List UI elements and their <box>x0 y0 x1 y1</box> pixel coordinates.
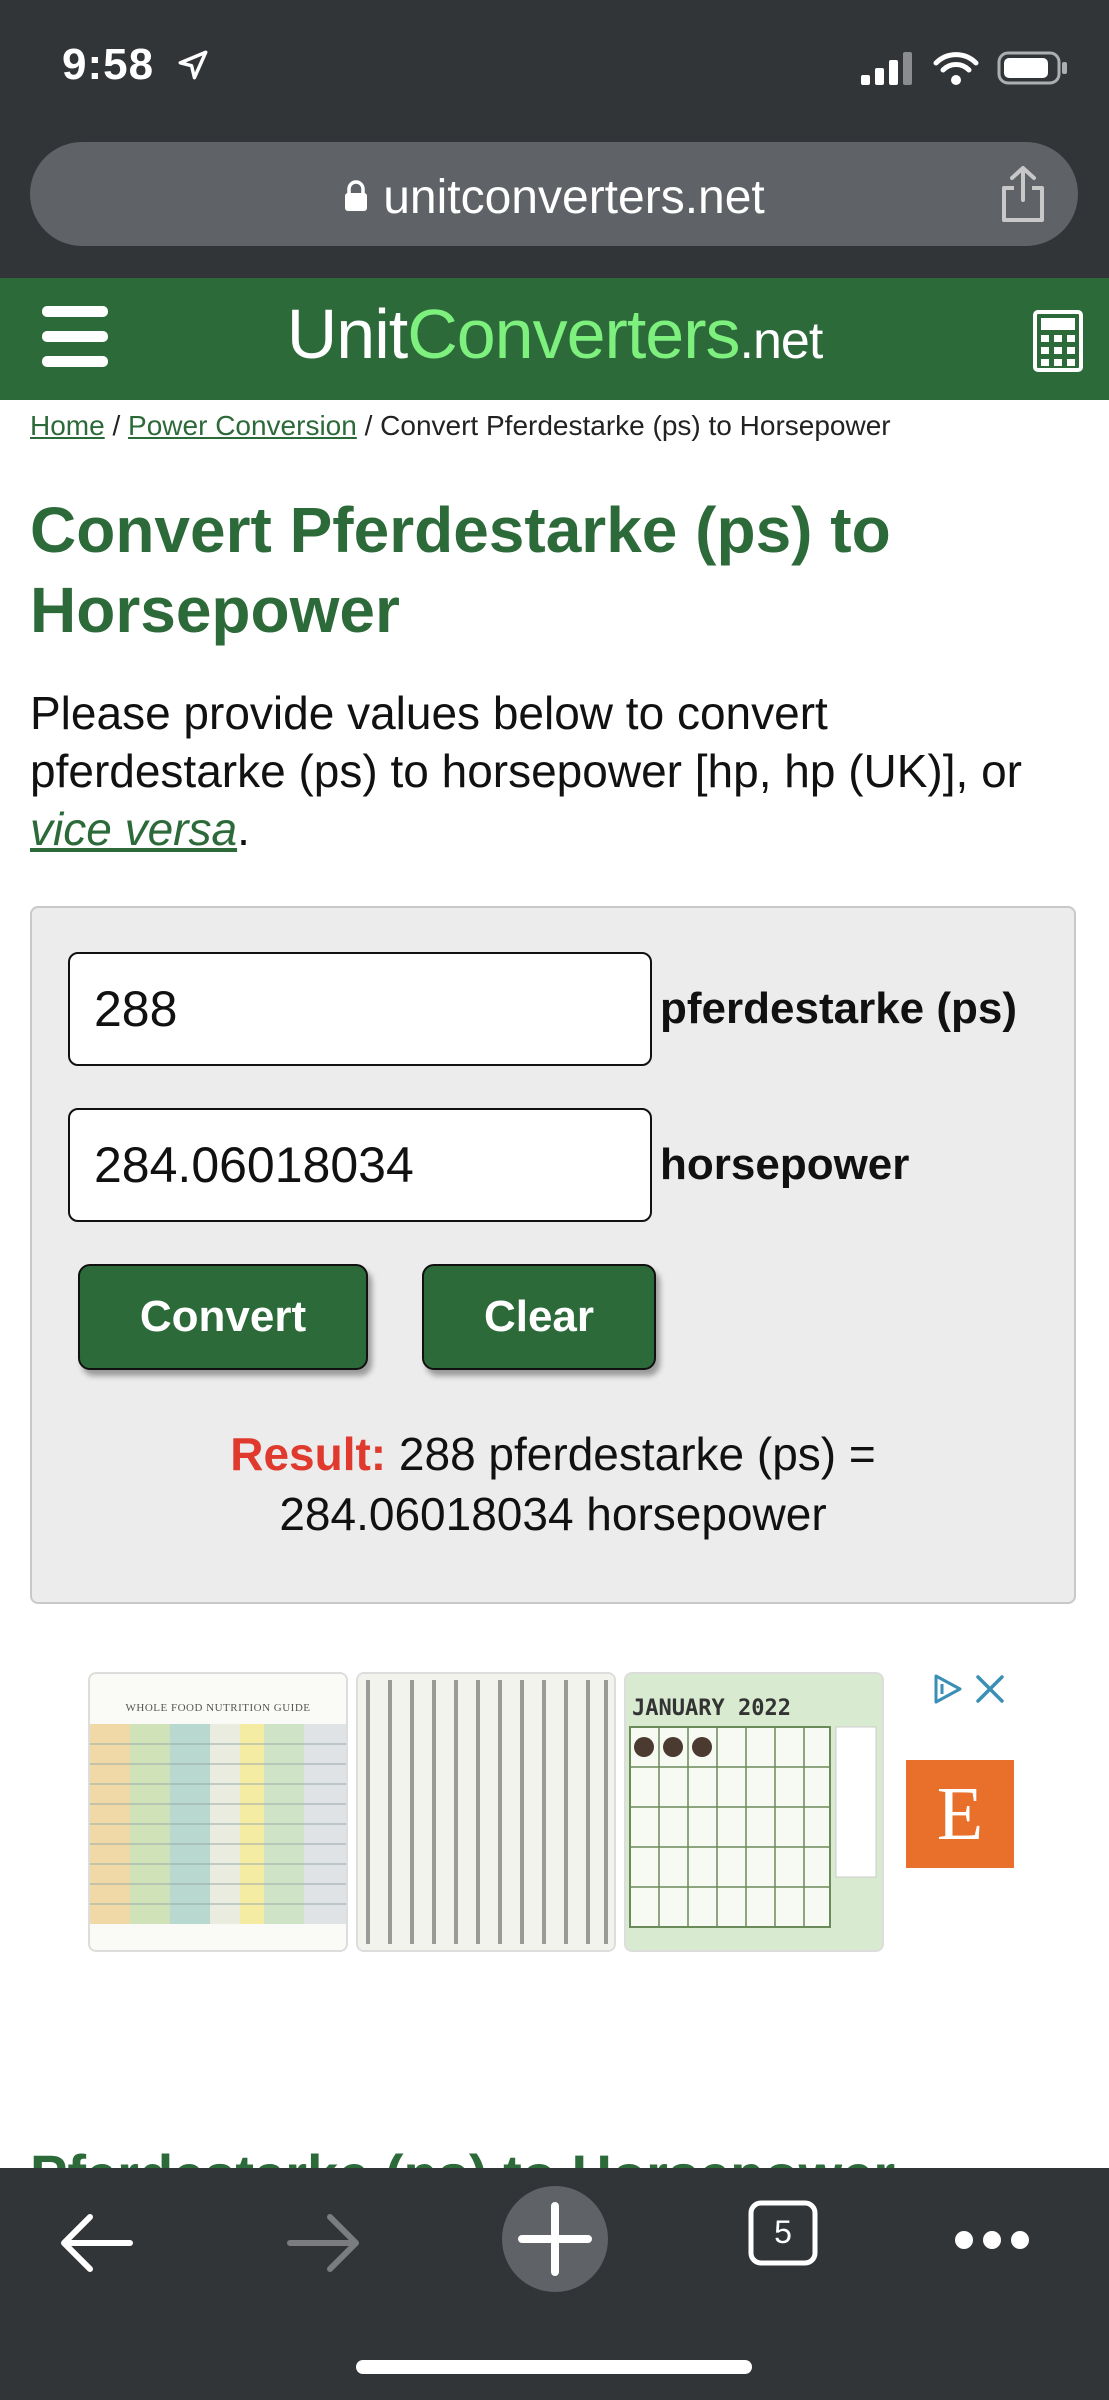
ad-choices[interactable] <box>930 1672 1006 1706</box>
converter-panel: 288 pferdestarke (ps) 284.06018034 horse… <box>30 906 1076 1604</box>
adchoices-icon[interactable] <box>930 1672 964 1706</box>
advertisement[interactable]: WHOLE FOOD NUTRITION GUIDE JANUARY 2022 … <box>88 1672 1018 1958</box>
convert-button[interactable]: Convert <box>78 1264 368 1370</box>
brand-part-converters: Converters <box>407 295 740 373</box>
ad-thumb-title: WHOLE FOOD NUTRITION GUIDE <box>125 1702 311 1714</box>
vice-versa-link[interactable]: vice versa <box>30 803 237 855</box>
breadcrumb-separator: / <box>104 410 129 441</box>
ad-product-image-calendar[interactable]: JANUARY 2022 <box>624 1672 884 1952</box>
ad-product-image-checklist[interactable] <box>356 1672 616 1952</box>
ad-product-image-nutrition-guide[interactable]: WHOLE FOOD NUTRITION GUIDE <box>88 1672 348 1952</box>
result-line-2: 284.06018034 horsepower <box>279 1488 827 1540</box>
tabs-button[interactable]: 5 <box>748 2200 818 2266</box>
page-title: Convert Pferdestarke (ps) to Horsepower <box>30 494 891 646</box>
status-bar: 9:58 <box>0 0 1109 140</box>
wifi-icon <box>933 52 979 85</box>
breadcrumb-home-link[interactable]: Home <box>30 410 105 441</box>
site-logo[interactable]: UnitConverters.net <box>0 294 1109 374</box>
breadcrumb-current: Convert Pferdestarke (ps) to Horsepower <box>380 410 891 441</box>
to-unit-label: horsepower <box>660 1140 910 1189</box>
result-line-1: 288 pferdestarke (ps) = <box>386 1428 876 1480</box>
brand-part-net: .net <box>739 312 824 370</box>
clear-button[interactable]: Clear <box>422 1264 656 1370</box>
checklist-pattern-graphic <box>358 1674 614 1950</box>
new-tab-plus-icon[interactable] <box>500 2184 610 2294</box>
location-arrow-icon <box>178 50 208 80</box>
cellular-signal-icon <box>861 52 912 85</box>
back-arrow-icon[interactable] <box>56 2208 136 2278</box>
site-header: UnitConverters.net <box>0 278 1109 400</box>
status-time: 9:58 <box>62 40 155 89</box>
intro-end: . <box>237 803 250 855</box>
breadcrumb-separator: / <box>356 410 381 441</box>
breadcrumb: Home / Power Conversion / Convert Pferde… <box>30 410 891 442</box>
browser-toolbar: unitconverters.net <box>0 140 1109 278</box>
address-bar[interactable]: unitconverters.net <box>30 142 1078 246</box>
from-unit-label: pferdestarke (ps) <box>660 984 1018 1033</box>
close-ad-icon[interactable] <box>974 1673 1006 1705</box>
battery-icon <box>997 51 1067 85</box>
breadcrumb-category-link[interactable]: Power Conversion <box>128 410 357 441</box>
tab-count: 5 <box>774 2214 792 2250</box>
ad-thumb-title: JANUARY 2022 <box>632 1696 791 1721</box>
calculator-icon[interactable] <box>1033 310 1083 372</box>
nutrition-table-graphic <box>90 1724 346 1924</box>
to-value-input[interactable]: 284.06018034 <box>68 1108 652 1222</box>
result-label: Result: <box>230 1428 387 1480</box>
url-text: unitconverters.net <box>383 171 765 224</box>
brand-part-unit: Unit <box>286 295 408 373</box>
forward-arrow-icon[interactable] <box>284 2208 364 2278</box>
home-indicator[interactable] <box>356 2360 752 2374</box>
more-options-icon[interactable] <box>952 2228 1032 2252</box>
from-value-input[interactable]: 288 <box>68 952 652 1066</box>
etsy-logo[interactable]: E <box>906 1760 1014 1868</box>
intro-text: Please provide values below to convert p… <box>30 687 1022 797</box>
lock-icon <box>345 180 368 212</box>
intro-paragraph: Please provide values below to convert p… <box>30 684 1090 858</box>
result-text: Result: 288 pferdestarke (ps) = 284.0601… <box>32 1424 1074 1544</box>
calendar-grid-graphic <box>629 1726 877 1928</box>
share-icon[interactable] <box>998 164 1048 224</box>
